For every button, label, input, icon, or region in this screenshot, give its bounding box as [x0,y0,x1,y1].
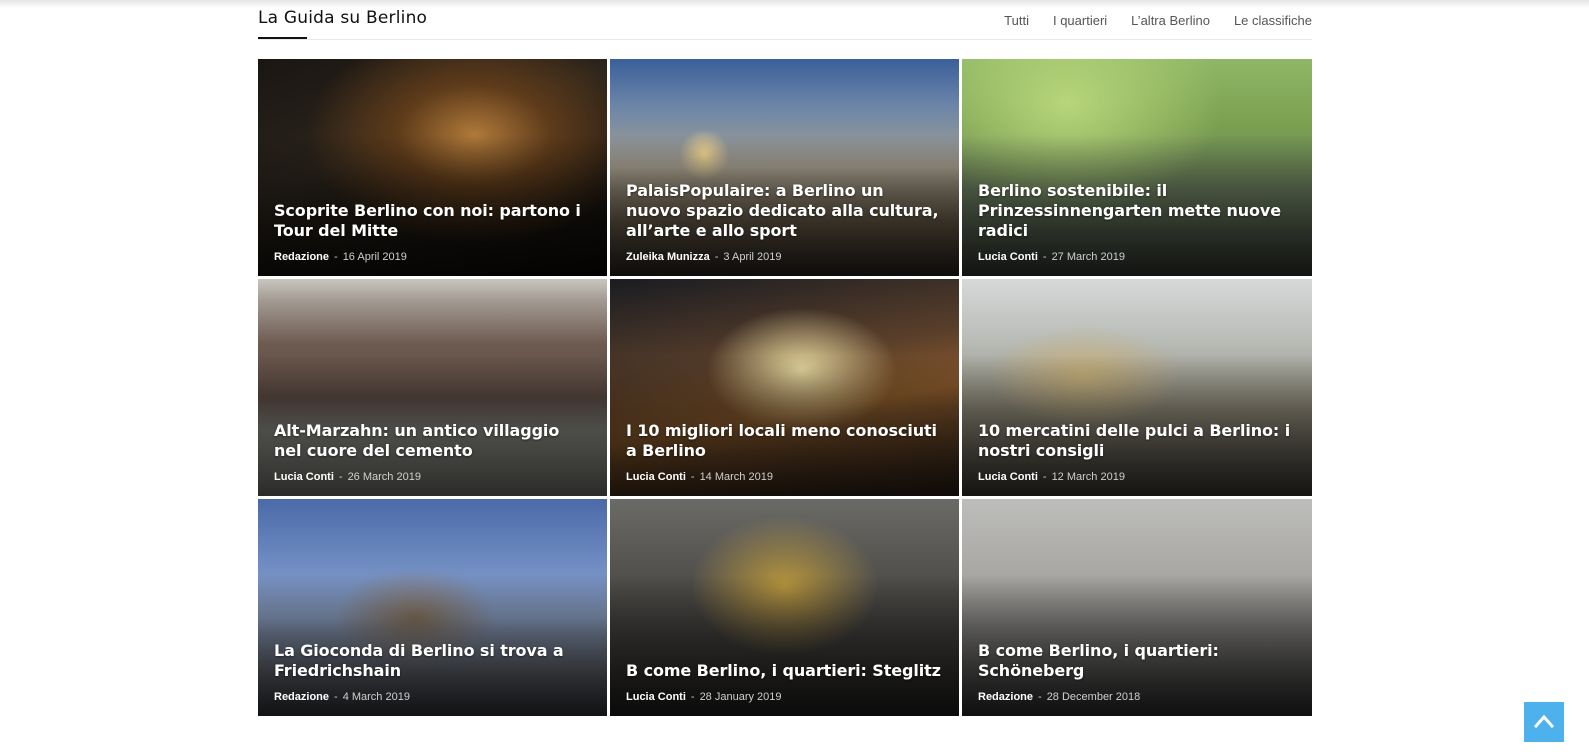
article-card[interactable]: Alt-Marzahn: un antico villaggio nel cuo… [258,279,607,496]
article-card[interactable]: I 10 migliori locali meno conosciuti a B… [610,279,959,496]
article-info: 10 mercatini delle pulci a Berlino: i no… [978,421,1296,484]
block-title-underline [258,37,307,39]
article-info: PalaisPopulaire: a Berlino un nuovo spaz… [626,181,943,264]
filter-rankings[interactable]: Le classifiche [1234,13,1312,28]
article-date: 14 March 2019 [699,471,773,483]
article-author[interactable]: Lucia Conti [274,471,334,483]
filter-neighborhoods[interactable]: I quartieri [1053,13,1107,28]
article-date: 28 December 2018 [1046,691,1141,703]
article-date: 27 March 2019 [1051,251,1125,263]
article-info: Scoprite Berlino con noi: partono i Tour… [274,201,591,264]
article-card[interactable]: B come Berlino, i quartieri: Schöneberg … [962,499,1312,716]
article-title[interactable]: B come Berlino, i quartieri: Schöneberg [978,641,1296,681]
article-author[interactable]: Lucia Conti [978,471,1038,483]
article-date: 3 April 2019 [723,251,782,263]
article-title[interactable]: Scoprite Berlino con noi: partono i Tour… [274,201,591,241]
article-title[interactable]: Alt-Marzahn: un antico villaggio nel cuo… [274,421,591,461]
article-date: 28 January 2019 [699,691,782,703]
article-date: 12 March 2019 [1051,471,1125,483]
article-meta: Lucia Conti -12 March 2019 [978,470,1296,484]
filter-other-berlin[interactable]: L’altra Berlino [1131,13,1210,28]
article-title[interactable]: La Gioconda di Berlino si trova a Friedr… [274,641,591,681]
meta-separator: - [690,471,695,483]
article-info: Berlino sostenibile: il Prinzessinnengar… [978,181,1296,264]
article-info: I 10 migliori locali meno conosciuti a B… [626,421,943,484]
article-card[interactable]: 10 mercatini delle pulci a Berlino: i no… [962,279,1312,496]
article-date: 4 March 2019 [342,691,410,703]
meta-separator: - [334,251,338,263]
chevron-up-icon [1534,714,1554,728]
article-card[interactable]: B come Berlino, i quartieri: Steglitz Lu… [610,499,959,716]
article-card[interactable]: PalaisPopulaire: a Berlino un nuovo spaz… [610,59,959,276]
meta-separator: - [1038,691,1042,703]
block-title: La Guida su Berlino [258,8,428,28]
article-title[interactable]: PalaisPopulaire: a Berlino un nuovo spaz… [626,181,943,241]
article-meta: Lucia Conti -26 March 2019 [274,470,591,484]
article-card[interactable]: Berlino sostenibile: il Prinzessinnengar… [962,59,1312,276]
article-info: Alt-Marzahn: un antico villaggio nel cuo… [274,421,591,484]
article-grid: Scoprite Berlino con noi: partono i Tour… [258,59,1312,717]
article-card[interactable]: Scoprite Berlino con noi: partono i Tour… [258,59,607,276]
article-meta: Zuleika Munizza -3 April 2019 [626,250,943,264]
article-info: B come Berlino, i quartieri: Steglitz Lu… [626,661,943,704]
meta-separator: - [1042,471,1047,483]
article-meta: Lucia Conti -28 January 2019 [626,690,943,704]
article-meta: Redazione -16 April 2019 [274,250,591,264]
article-title[interactable]: Berlino sostenibile: il Prinzessinnengar… [978,181,1296,241]
block-header: La Guida su Berlino Tutti I quartieri L’… [258,0,1312,40]
filter-nav: Tutti I quartieri L’altra Berlino Le cla… [980,13,1312,28]
back-to-top-button[interactable] [1524,702,1564,742]
article-meta: Lucia Conti -14 March 2019 [626,470,943,484]
article-card[interactable]: La Gioconda di Berlino si trova a Friedr… [258,499,607,716]
article-author[interactable]: Lucia Conti [626,691,686,703]
article-title[interactable]: I 10 migliori locali meno conosciuti a B… [626,421,943,461]
article-author[interactable]: Lucia Conti [978,251,1038,263]
article-author[interactable]: Zuleika Munizza [626,251,710,263]
article-title[interactable]: B come Berlino, i quartieri: Steglitz [626,661,943,681]
article-date: 16 April 2019 [342,251,407,263]
article-meta: Redazione -28 December 2018 [978,690,1296,704]
article-author[interactable]: Lucia Conti [626,471,686,483]
article-date: 26 March 2019 [347,471,421,483]
meta-separator: - [1042,251,1047,263]
meta-separator: - [690,691,695,703]
filter-all[interactable]: Tutti [1004,13,1029,28]
article-author[interactable]: Redazione [274,691,329,703]
meta-separator: - [338,471,343,483]
article-meta: Redazione -4 March 2019 [274,690,591,704]
article-meta: Lucia Conti -27 March 2019 [978,250,1296,264]
article-author[interactable]: Redazione [978,691,1033,703]
article-author[interactable]: Redazione [274,251,329,263]
meta-separator: - [714,251,719,263]
article-title[interactable]: 10 mercatini delle pulci a Berlino: i no… [978,421,1296,461]
article-info: B come Berlino, i quartieri: Schöneberg … [978,641,1296,704]
article-info: La Gioconda di Berlino si trova a Friedr… [274,641,591,704]
meta-separator: - [334,691,338,703]
